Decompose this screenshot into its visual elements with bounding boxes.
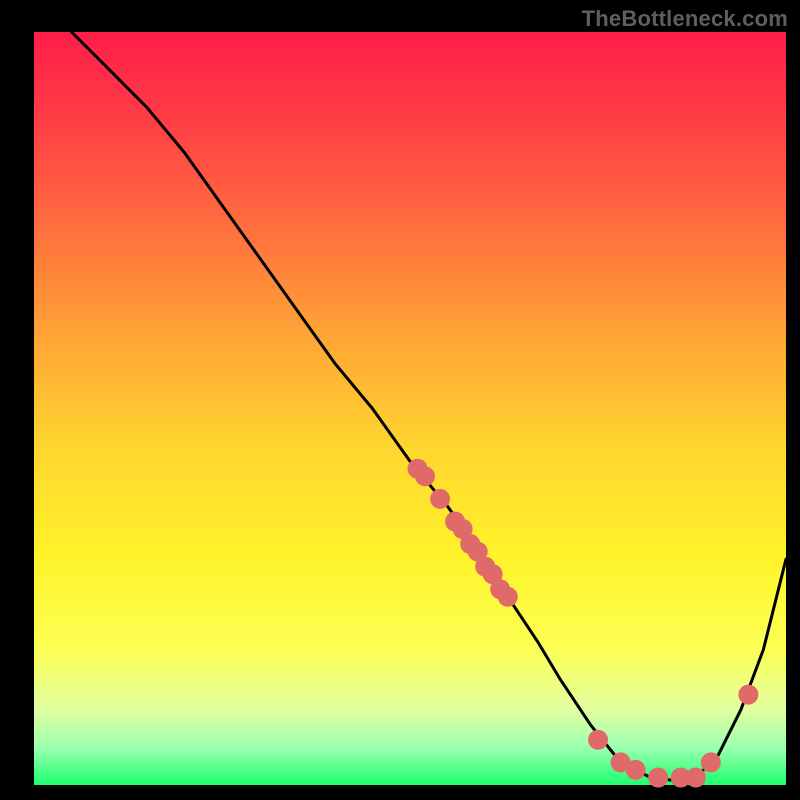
watermark-text: TheBottleneck.com: [582, 6, 788, 32]
plot-background: [34, 32, 786, 785]
data-point: [648, 768, 668, 788]
bottleneck-chart: [0, 0, 800, 800]
data-point: [626, 760, 646, 780]
data-point: [498, 587, 518, 607]
data-point: [738, 685, 758, 705]
data-point: [588, 730, 608, 750]
data-point: [701, 752, 721, 772]
data-point: [686, 768, 706, 788]
data-point: [415, 466, 435, 486]
data-point: [430, 489, 450, 509]
chart-container: TheBottleneck.com: [0, 0, 800, 800]
